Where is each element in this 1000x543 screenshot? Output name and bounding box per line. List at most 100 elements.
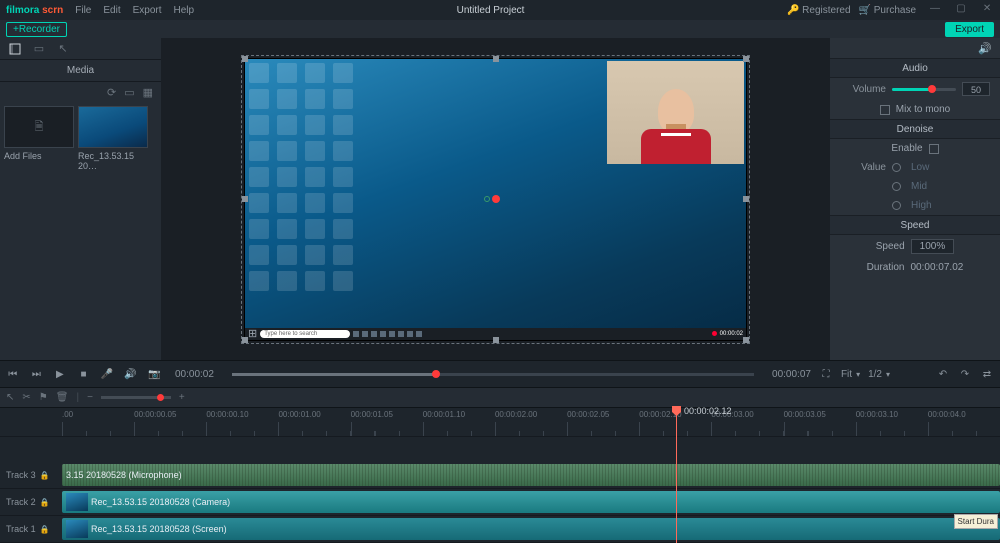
duration-value: 00:00:07.02 bbox=[910, 262, 963, 273]
resize-handle[interactable] bbox=[242, 56, 248, 62]
duration-label: Duration bbox=[867, 262, 905, 273]
marker-tool[interactable]: ⚑ bbox=[39, 392, 48, 403]
recorder-button[interactable]: +Recorder bbox=[6, 22, 67, 37]
volume-icon[interactable]: 🔊 bbox=[124, 367, 138, 381]
timeline-toolbar: ↖ ✂ ⚑ 🗑 | − + bbox=[0, 388, 1000, 408]
media-toolbar: ⟳ ▭ ▦ bbox=[0, 82, 161, 102]
radio-high[interactable] bbox=[892, 201, 901, 210]
clip-screen[interactable]: Rec_13.53.15 20180528 (Screen) bbox=[62, 518, 1000, 540]
properties-panel: 🔊 Audio Volume 50 Mix to mono Denoise En… bbox=[830, 38, 1000, 360]
clip-camera[interactable]: Rec_13.53.15 20180528 (Camera) bbox=[62, 491, 1000, 513]
export-button[interactable]: Export bbox=[945, 22, 994, 37]
time-ruler[interactable]: .0000:00:00.0500:00:00.1000:00:01.0000:0… bbox=[0, 408, 1000, 437]
snapshot-button[interactable]: 📷 bbox=[147, 367, 161, 381]
folder-icon[interactable]: ▭ bbox=[124, 86, 134, 99]
timeline: .0000:00:00.0500:00:00.1000:00:01.0000:0… bbox=[0, 408, 1000, 543]
lock-icon[interactable]: 🔒 bbox=[40, 498, 50, 507]
resize-handle[interactable] bbox=[242, 196, 248, 202]
desktop-icons bbox=[249, 63, 359, 297]
media-clip[interactable]: Rec_13.53.15 20… bbox=[78, 106, 148, 356]
speed-section: Speed bbox=[830, 215, 1000, 235]
track-3: Track 3🔒 3.15 20180528 (Microphone) bbox=[0, 462, 1000, 489]
audio-section: Audio bbox=[830, 58, 1000, 78]
media-header: Media bbox=[0, 60, 161, 82]
tab-annotations[interactable]: ▭ bbox=[32, 42, 46, 56]
resize-handle[interactable] bbox=[743, 56, 749, 62]
pointer-tool[interactable]: ↖ bbox=[6, 392, 14, 403]
app-logo: filmora scrn bbox=[6, 5, 63, 16]
track-1: Track 1🔒 Rec_13.53.15 20180528 (Screen) bbox=[0, 516, 1000, 543]
maximize-button[interactable]: ▢ bbox=[954, 3, 968, 17]
resize-handle[interactable] bbox=[242, 337, 248, 343]
lock-icon[interactable]: 🔒 bbox=[40, 471, 50, 480]
redo-button[interactable]: ↷ bbox=[958, 367, 972, 381]
playhead[interactable]: 00:00:02.12 bbox=[676, 408, 677, 543]
registered-link[interactable]: 🔑 Registered bbox=[787, 5, 851, 16]
minimize-button[interactable]: — bbox=[928, 3, 942, 17]
mix-mono-label: Mix to mono bbox=[896, 104, 950, 115]
taskbar-search: Type here to search bbox=[260, 330, 350, 338]
zoom-select[interactable]: 1/2 bbox=[868, 369, 882, 380]
scrub-knob[interactable] bbox=[432, 370, 440, 378]
add-file-icon: 🗎 bbox=[35, 118, 44, 137]
volume-value[interactable]: 50 bbox=[962, 82, 990, 96]
speed-value[interactable]: 100% bbox=[911, 239, 955, 254]
purchase-link[interactable]: 🛒 Purchase bbox=[859, 5, 916, 16]
cut-tool[interactable]: ✂ bbox=[22, 392, 30, 403]
total-time: 00:00:07 bbox=[772, 369, 811, 380]
prev-frame-button[interactable]: ⏮ bbox=[6, 367, 20, 381]
menu-edit[interactable]: Edit bbox=[103, 5, 120, 16]
close-button[interactable]: ✕ bbox=[980, 3, 994, 17]
enable-label: Enable bbox=[891, 143, 922, 154]
mic-icon[interactable]: 🎤 bbox=[100, 367, 114, 381]
mix-mono-checkbox[interactable] bbox=[880, 105, 890, 115]
webcam-overlay[interactable] bbox=[607, 61, 744, 164]
tab-cursor[interactable]: ↖ bbox=[56, 42, 70, 56]
resize-handle[interactable] bbox=[743, 337, 749, 343]
lock-icon[interactable]: 🔒 bbox=[40, 525, 50, 534]
enable-denoise-checkbox[interactable] bbox=[929, 144, 939, 154]
radio-low[interactable] bbox=[892, 163, 901, 172]
menu-help[interactable]: Help bbox=[174, 5, 195, 16]
timeline-zoom-slider[interactable] bbox=[101, 396, 171, 399]
volume-slider[interactable] bbox=[892, 88, 956, 91]
project-title: Untitled Project bbox=[457, 5, 525, 16]
speaker-icon[interactable]: 🔊 bbox=[978, 42, 992, 55]
resize-handle[interactable] bbox=[743, 196, 749, 202]
radio-mid[interactable] bbox=[892, 182, 901, 191]
denoise-section: Denoise bbox=[830, 119, 1000, 139]
preview-panel: ⊞ Type here to search 00:00:02 bbox=[161, 38, 830, 360]
refresh-icon[interactable]: ⟳ bbox=[107, 86, 116, 99]
track-2: Track 2🔒 Rec_13.53.15 20180528 (Camera) bbox=[0, 489, 1000, 516]
menu-export[interactable]: Export bbox=[133, 5, 162, 16]
pivot-marker[interactable] bbox=[492, 195, 500, 203]
fullscreen-button[interactable]: ⛶ bbox=[819, 367, 833, 381]
resize-handle[interactable] bbox=[493, 337, 499, 343]
loop-button[interactable]: ⇄ bbox=[980, 367, 994, 381]
undo-button[interactable]: ↶ bbox=[936, 367, 950, 381]
chevron-down-icon: ▾ bbox=[856, 370, 860, 379]
grid-view-icon[interactable]: ▦ bbox=[143, 86, 153, 99]
resize-handle[interactable] bbox=[493, 56, 499, 62]
next-frame-button[interactable]: ⏭ bbox=[30, 367, 44, 381]
center-marker bbox=[484, 196, 490, 202]
record-dot-icon bbox=[712, 331, 717, 336]
panel-tabs: ▭ ↖ bbox=[0, 38, 161, 60]
delete-button[interactable]: 🗑 bbox=[56, 392, 69, 403]
record-time: 00:00:02 bbox=[720, 331, 743, 337]
volume-label: Volume bbox=[840, 84, 886, 95]
scrub-bar[interactable] bbox=[232, 373, 754, 376]
play-button[interactable]: ▶ bbox=[53, 367, 67, 381]
start-icon: ⊞ bbox=[248, 327, 257, 340]
tab-media[interactable] bbox=[8, 42, 22, 56]
add-files-cell[interactable]: 🗎 Add Files bbox=[4, 106, 74, 356]
clip-microphone[interactable]: 3.15 20180528 (Microphone) bbox=[62, 464, 1000, 486]
second-bar: +Recorder Export bbox=[0, 20, 1000, 38]
fit-select[interactable]: Fit bbox=[841, 369, 852, 380]
stop-button[interactable]: ■ bbox=[77, 367, 91, 381]
menu-file[interactable]: File bbox=[75, 5, 91, 16]
menu-bar: filmora scrn File Edit Export Help Untit… bbox=[0, 0, 1000, 20]
speed-label: Speed bbox=[876, 241, 905, 252]
left-panel: ▭ ↖ Media ⟳ ▭ ▦ 🗎 Add Files Rec_13.53.15… bbox=[0, 38, 161, 360]
preview-canvas[interactable]: ⊞ Type here to search 00:00:02 bbox=[244, 58, 747, 341]
